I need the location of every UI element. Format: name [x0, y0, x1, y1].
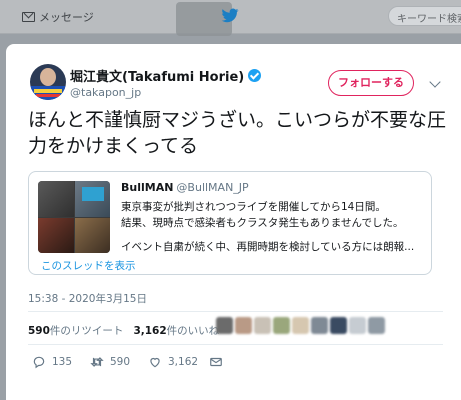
- liker-avatar[interactable]: [311, 317, 328, 334]
- retweet-stat[interactable]: 590件のリツイート: [28, 325, 123, 337]
- tweet-stats: 590件のリツイート 3,162件のいいね: [28, 323, 219, 338]
- retweet-button[interactable]: 590: [90, 355, 130, 369]
- retweet-stat-label: 件のリツイート: [49, 325, 124, 337]
- reply-count: 135: [52, 356, 73, 368]
- author-handle[interactable]: @takapon_jp: [70, 86, 141, 99]
- liker-avatars: [216, 317, 385, 334]
- search-input[interactable]: キーワード検索: [388, 6, 461, 26]
- quoted-text-line: 結果、現時点で感染者もクラスタ発生もありませんでした。: [121, 217, 404, 229]
- retweet-icon: [90, 355, 104, 369]
- liker-avatar[interactable]: [273, 317, 290, 334]
- reply-button[interactable]: 135: [32, 355, 72, 369]
- liker-avatar[interactable]: [235, 317, 252, 334]
- heart-icon: [148, 355, 162, 369]
- author-display-name[interactable]: 堀江貴文(Takafumi Horie): [70, 66, 244, 85]
- quoted-tweet-image[interactable]: [38, 181, 110, 253]
- top-nav-bar: メッセージ キーワード検索: [0, 0, 461, 36]
- like-stat[interactable]: 3,162件のいいね: [133, 325, 219, 337]
- reply-icon: [32, 355, 46, 369]
- liker-avatar[interactable]: [349, 317, 366, 334]
- retweet-count: 590: [110, 356, 131, 368]
- quoted-author-handle: @BullMAN_JP: [176, 181, 249, 194]
- quoted-author-name: BullMAN: [121, 181, 174, 194]
- retweet-stat-count: 590: [28, 325, 50, 337]
- quoted-text-line: イベント自粛が続く中、再開時期を検討している方には朗報...: [121, 241, 415, 253]
- tweet-text: ほんと不謹慎厨マジうざい。こいつらが不要な圧力をかけまくってる: [28, 109, 447, 157]
- tweet-header: 堀江貴文(Takafumi Horie) @takapon_jp フォローする: [24, 58, 461, 108]
- direct-message-button[interactable]: [209, 355, 223, 369]
- liker-avatar[interactable]: [216, 317, 233, 334]
- avatar[interactable]: [30, 64, 66, 100]
- tweet-modal: 堀江貴文(Takafumi Horie) @takapon_jp フォローする …: [6, 44, 461, 400]
- liker-avatar[interactable]: [330, 317, 347, 334]
- twitter-bird-icon[interactable]: [221, 8, 239, 24]
- verified-badge-icon: [248, 69, 262, 82]
- quoted-author-row: BullMAN @BullMAN_JP: [121, 181, 249, 194]
- messages-link[interactable]: メッセージ: [22, 9, 94, 25]
- divider: [28, 311, 443, 312]
- envelope-icon: [209, 355, 223, 369]
- messages-label: メッセージ: [39, 11, 94, 24]
- divider: [28, 344, 443, 345]
- liker-avatar[interactable]: [368, 317, 385, 334]
- quoted-tweet[interactable]: BullMAN @BullMAN_JP 東京事変が批判されつつライブを開催してから…: [28, 171, 432, 275]
- follow-button[interactable]: フォローする: [328, 70, 414, 96]
- author-name-row[interactable]: 堀江貴文(Takafumi Horie): [70, 66, 262, 85]
- like-count: 3,162: [168, 356, 199, 368]
- like-stat-label: 件のいいね: [166, 325, 220, 337]
- tweet-timestamp[interactable]: 15:38 - 2020年3月15日: [28, 291, 147, 306]
- liker-avatar[interactable]: [292, 317, 309, 334]
- like-button[interactable]: 3,162: [148, 355, 198, 369]
- chevron-down-icon[interactable]: [429, 76, 441, 88]
- liker-avatar[interactable]: [254, 317, 271, 334]
- show-thread-link[interactable]: このスレッドを表示: [41, 258, 136, 273]
- quoted-text-line: 東京事変が批判されつつライブを開催してから14日間。: [121, 201, 386, 213]
- like-stat-count: 3,162: [133, 325, 167, 337]
- envelope-icon: [22, 12, 35, 22]
